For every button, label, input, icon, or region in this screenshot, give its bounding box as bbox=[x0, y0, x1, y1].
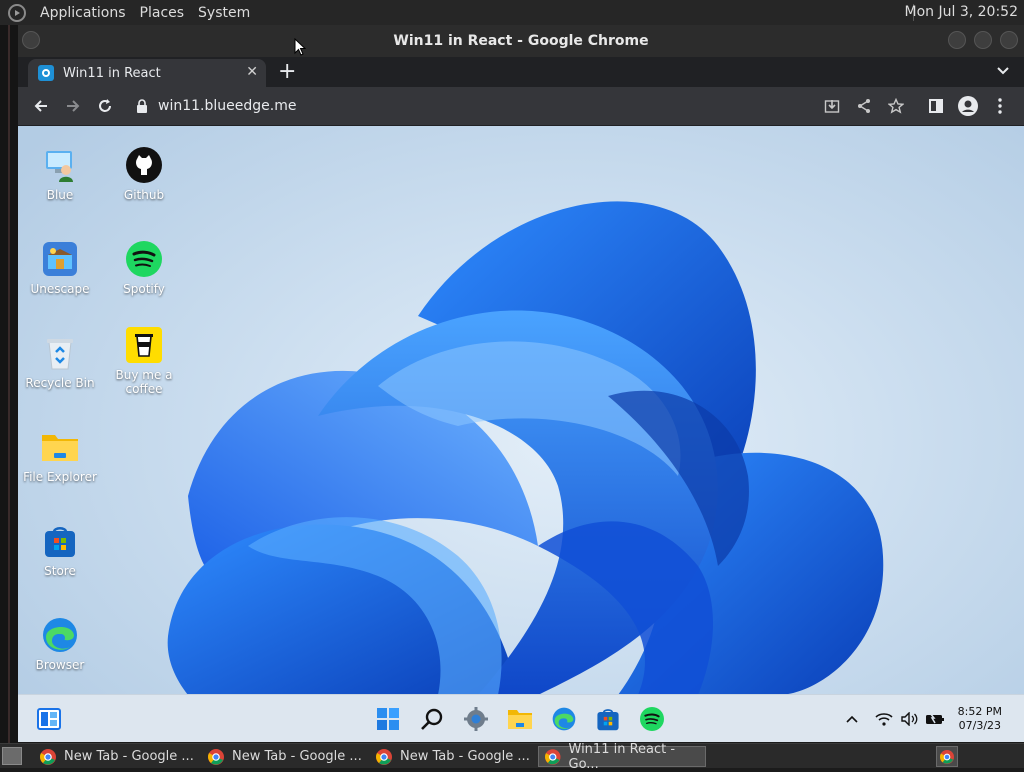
wifi-icon[interactable] bbox=[875, 706, 893, 732]
chrome-icon bbox=[208, 748, 224, 765]
host-task-label: Win11 in React - Go... bbox=[568, 741, 676, 772]
start-button-windows-icon[interactable] bbox=[375, 706, 401, 732]
tab-title: Win11 in React bbox=[63, 65, 161, 81]
menu-system[interactable]: System bbox=[198, 5, 250, 21]
lock-icon bbox=[137, 99, 147, 113]
chevron-up-icon[interactable] bbox=[845, 706, 859, 732]
host-task-label: New Tab - Google ... bbox=[400, 749, 530, 764]
desktop-icon-recycle-bin[interactable]: Recycle Bin bbox=[18, 334, 102, 390]
store-icon bbox=[41, 522, 79, 560]
share-icon[interactable] bbox=[854, 96, 874, 116]
github-icon bbox=[125, 146, 163, 184]
window-menu-button[interactable] bbox=[22, 31, 40, 49]
file-explorer-taskbar-icon[interactable] bbox=[507, 706, 533, 732]
url-text: win11.blueedge.me bbox=[158, 98, 297, 114]
host-task-label: New Tab - Google ... bbox=[64, 749, 194, 764]
tab-favicon-icon bbox=[38, 65, 54, 81]
menu-places[interactable]: Places bbox=[140, 5, 185, 21]
settings-gear-icon[interactable] bbox=[463, 706, 489, 732]
search-icon[interactable] bbox=[419, 706, 445, 732]
spotify-taskbar-icon[interactable] bbox=[639, 706, 665, 732]
desktop-icon-unescape[interactable]: Unescape bbox=[18, 240, 102, 296]
maximize-button[interactable] bbox=[974, 31, 992, 49]
tray-chrome-icon[interactable] bbox=[936, 746, 958, 767]
win11-taskbar-bar: 8:52 PM 07/3/23 bbox=[18, 694, 1024, 742]
edge-browser-icon bbox=[41, 616, 79, 654]
host-task-label: New Tab - Google ... bbox=[232, 749, 362, 764]
volume-icon[interactable] bbox=[901, 706, 919, 732]
kebab-menu-icon[interactable] bbox=[990, 96, 1010, 116]
host-taskbar: New Tab - Google ... New Tab - Google ..… bbox=[0, 742, 1024, 772]
widgets-icon[interactable] bbox=[36, 706, 62, 732]
store-taskbar-icon[interactable] bbox=[595, 706, 621, 732]
host-task-new-tab-2[interactable]: New Tab - Google ... bbox=[202, 746, 362, 767]
install-app-icon[interactable] bbox=[822, 96, 842, 116]
menu-applications[interactable]: Applications bbox=[40, 5, 126, 21]
web-content: Blue Github Unescape Spotify Recycle Bin bbox=[18, 126, 1024, 695]
distro-logo-icon[interactable] bbox=[8, 3, 26, 22]
desktop-icon-label: File Explorer bbox=[23, 470, 97, 484]
unescape-game-icon bbox=[41, 240, 79, 278]
chrome-icon bbox=[376, 748, 392, 765]
side-panel-icon[interactable] bbox=[926, 96, 946, 116]
close-window-button[interactable] bbox=[1000, 31, 1018, 49]
desktop-icon-label: Recycle Bin bbox=[25, 376, 95, 390]
show-desktop-icon[interactable] bbox=[2, 747, 22, 765]
desktop-icon-label: Blue bbox=[46, 188, 74, 202]
host-task-win11[interactable]: Win11 in React - Go... bbox=[538, 742, 706, 772]
browser-toolbar: win11.blueedge.me bbox=[18, 87, 1024, 125]
minimize-button[interactable] bbox=[948, 31, 966, 49]
taskbar-time: 8:52 PM bbox=[957, 705, 1002, 718]
tab-win11[interactable]: Win11 in React ✕ bbox=[28, 59, 266, 87]
host-task-new-tab-1[interactable]: New Tab - Google ... bbox=[34, 746, 194, 767]
folder-icon bbox=[41, 428, 79, 466]
edge-taskbar-icon[interactable] bbox=[551, 706, 577, 732]
tab-search-chevron-icon[interactable] bbox=[996, 63, 1010, 82]
tab-strip: Win11 in React ✕ + bbox=[18, 57, 1024, 87]
chrome-icon bbox=[40, 748, 56, 765]
bookmark-star-icon[interactable] bbox=[886, 96, 906, 116]
desktop-icon-file-explorer[interactable]: File Explorer bbox=[18, 428, 102, 484]
taskbar-date: 07/3/23 bbox=[958, 719, 1002, 732]
desktop-icon-label: Store bbox=[44, 564, 76, 578]
host-task-new-tab-3[interactable]: New Tab - Google ... bbox=[370, 746, 530, 767]
mouse-cursor-icon bbox=[294, 38, 306, 56]
top-panel: Applications Places System Mon Jul 3, 20… bbox=[0, 0, 1024, 25]
desktop-icon-label: Unescape bbox=[30, 282, 90, 296]
desktop-icon-label: Buy me a coffee bbox=[115, 368, 173, 396]
taskbar-clock[interactable]: 8:52 PM 07/3/23 bbox=[958, 705, 1002, 733]
desktop-icon-buy-me-a-coffee[interactable]: Buy me a coffee bbox=[102, 326, 186, 396]
coffee-cup-icon bbox=[125, 326, 163, 364]
recycle-bin-icon bbox=[41, 334, 79, 372]
address-bar[interactable]: win11.blueedge.me bbox=[136, 93, 816, 119]
user-computer-icon bbox=[41, 146, 79, 184]
desktop-icon-blue[interactable]: Blue bbox=[18, 146, 102, 202]
reload-button[interactable] bbox=[95, 96, 115, 116]
panel-clock[interactable]: Mon Jul 3, 20:52 bbox=[905, 4, 1018, 20]
desktop-icon-label: Browser bbox=[35, 658, 85, 672]
window-title: Win11 in React - Google Chrome bbox=[393, 33, 649, 49]
desktop-icon-label: Github bbox=[123, 188, 165, 202]
back-button[interactable] bbox=[31, 96, 51, 116]
forward-button[interactable] bbox=[63, 96, 83, 116]
profile-avatar-icon[interactable] bbox=[958, 96, 978, 116]
battery-charging-icon[interactable] bbox=[925, 706, 945, 732]
desktop-icon-label: Spotify bbox=[123, 282, 165, 296]
tab-close-icon[interactable]: ✕ bbox=[246, 64, 258, 80]
window-title-bar[interactable]: Win11 in React - Google Chrome bbox=[18, 25, 1024, 57]
desktop-icon-github[interactable]: Github bbox=[102, 146, 186, 202]
left-strip bbox=[0, 25, 18, 743]
chrome-window: Win11 in React - Google Chrome Win11 in … bbox=[18, 25, 1024, 695]
desktop-icon-browser[interactable]: Browser bbox=[18, 616, 102, 672]
spotify-icon bbox=[125, 240, 163, 278]
chrome-icon bbox=[545, 748, 561, 765]
win11-bloom-wallpaper bbox=[167, 201, 884, 695]
new-tab-button[interactable]: + bbox=[278, 59, 296, 85]
desktop-icon-spotify[interactable]: Spotify bbox=[102, 240, 186, 296]
desktop-icon-store[interactable]: Store bbox=[18, 522, 102, 578]
